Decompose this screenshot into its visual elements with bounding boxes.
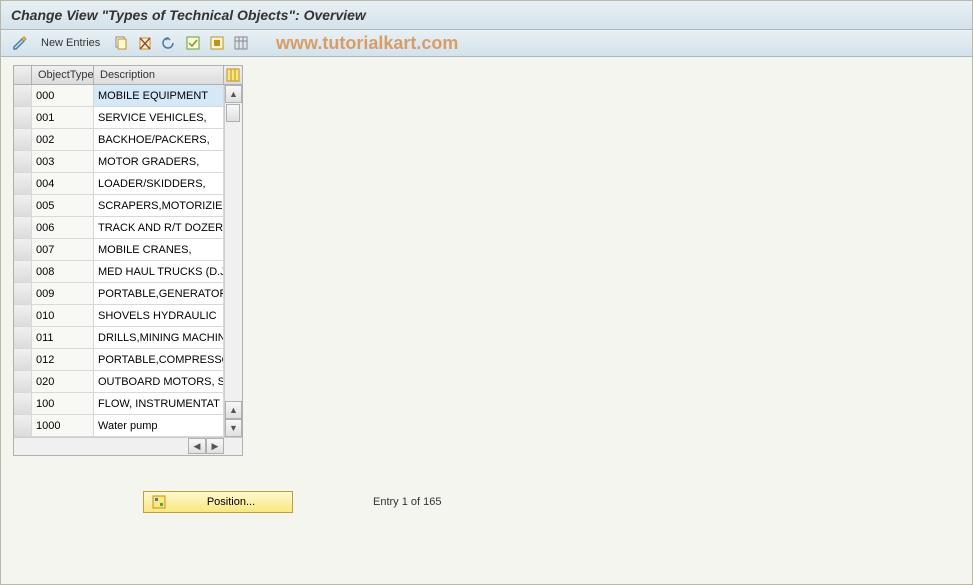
object-type-cell[interactable]: 002: [32, 129, 94, 150]
row-selector[interactable]: [14, 85, 32, 106]
object-type-column-header[interactable]: ObjectType: [32, 66, 94, 84]
table-row[interactable]: 006TRACK AND R/T DOZER: [14, 217, 224, 239]
description-cell[interactable]: TRACK AND R/T DOZER: [94, 217, 224, 238]
table-row[interactable]: 000MOBILE EQUIPMENT: [14, 85, 224, 107]
select-all-column-header[interactable]: [14, 66, 32, 84]
scroll-down-button[interactable]: ▼: [225, 419, 242, 437]
undo-icon[interactable]: [160, 34, 178, 52]
vertical-scrollbar[interactable]: ▲ ▲ ▼: [224, 85, 242, 437]
description-cell[interactable]: DRILLS,MINING MACHIN: [94, 327, 224, 348]
table-row[interactable]: 002BACKHOE/PACKERS,: [14, 129, 224, 151]
deselect-all-icon[interactable]: [208, 34, 226, 52]
table-row[interactable]: 020OUTBOARD MOTORS, S: [14, 371, 224, 393]
table-row[interactable]: 010SHOVELS HYDRAULIC: [14, 305, 224, 327]
description-cell[interactable]: PORTABLE,GENERATOR: [94, 283, 224, 304]
row-selector[interactable]: [14, 129, 32, 150]
description-cell[interactable]: SCRAPERS,MOTORIZIED: [94, 195, 224, 216]
object-type-cell[interactable]: 012: [32, 349, 94, 370]
data-grid: ObjectType Description 000MOBILE EQUIPME…: [13, 65, 243, 456]
object-type-cell[interactable]: 006: [32, 217, 94, 238]
object-type-cell[interactable]: 001: [32, 107, 94, 128]
object-type-cell[interactable]: 011: [32, 327, 94, 348]
grid-header-row: ObjectType Description: [14, 66, 242, 85]
description-cell[interactable]: MOBILE EQUIPMENT: [94, 85, 224, 106]
description-cell[interactable]: FLOW, INSTRUMENTAT: [94, 393, 224, 414]
grid-body: 000MOBILE EQUIPMENT001SERVICE VEHICLES,0…: [14, 85, 242, 437]
description-column-header[interactable]: Description: [94, 66, 224, 84]
page-title: Change View "Types of Technical Objects"…: [1, 1, 972, 30]
position-button-label: Position...: [178, 496, 284, 508]
toolbar: New Entries www.tutorialkart.com: [1, 30, 972, 57]
row-selector[interactable]: [14, 349, 32, 370]
description-cell[interactable]: SERVICE VEHICLES,: [94, 107, 224, 128]
row-selector[interactable]: [14, 239, 32, 260]
table-row[interactable]: 012PORTABLE,COMPRESSO: [14, 349, 224, 371]
select-all-icon[interactable]: [184, 34, 202, 52]
table-row[interactable]: 005SCRAPERS,MOTORIZIED: [14, 195, 224, 217]
table-row[interactable]: 007MOBILE CRANES,: [14, 239, 224, 261]
object-type-cell[interactable]: 005: [32, 195, 94, 216]
row-selector[interactable]: [14, 151, 32, 172]
object-type-cell[interactable]: 010: [32, 305, 94, 326]
table-row[interactable]: 1000Water pump: [14, 415, 224, 437]
description-cell[interactable]: SHOVELS HYDRAULIC: [94, 305, 224, 326]
scroll-thumb[interactable]: [226, 104, 240, 122]
content-area: ObjectType Description 000MOBILE EQUIPME…: [1, 57, 972, 521]
row-selector[interactable]: [14, 195, 32, 216]
description-cell[interactable]: OUTBOARD MOTORS, S: [94, 371, 224, 392]
table-row[interactable]: 001SERVICE VEHICLES,: [14, 107, 224, 129]
table-row[interactable]: 009PORTABLE,GENERATOR: [14, 283, 224, 305]
table-row[interactable]: 011DRILLS,MINING MACHIN: [14, 327, 224, 349]
object-type-cell[interactable]: 000: [32, 85, 94, 106]
footer-row: Position... Entry 1 of 165: [143, 491, 960, 513]
row-selector[interactable]: [14, 217, 32, 238]
table-settings-icon[interactable]: [232, 34, 250, 52]
object-type-cell[interactable]: 020: [32, 371, 94, 392]
entry-count-text: Entry 1 of 165: [373, 496, 442, 508]
scroll-track[interactable]: [225, 103, 242, 401]
row-selector[interactable]: [14, 261, 32, 282]
row-selector[interactable]: [14, 393, 32, 414]
row-selector[interactable]: [14, 283, 32, 304]
table-row[interactable]: 100FLOW, INSTRUMENTAT: [14, 393, 224, 415]
object-type-cell[interactable]: 003: [32, 151, 94, 172]
object-type-cell[interactable]: 1000: [32, 415, 94, 436]
description-cell[interactable]: MOTOR GRADERS,: [94, 151, 224, 172]
delete-icon[interactable]: [136, 34, 154, 52]
description-cell[interactable]: Water pump: [94, 415, 224, 436]
description-cell[interactable]: MOBILE CRANES,: [94, 239, 224, 260]
row-selector[interactable]: [14, 173, 32, 194]
description-cell[interactable]: BACKHOE/PACKERS,: [94, 129, 224, 150]
horizontal-scrollbar[interactable]: ◀ ▶: [14, 437, 242, 455]
table-row[interactable]: 004LOADER/SKIDDERS,: [14, 173, 224, 195]
object-type-cell[interactable]: 100: [32, 393, 94, 414]
object-type-cell[interactable]: 008: [32, 261, 94, 282]
scroll-left-button[interactable]: ◀: [188, 438, 206, 454]
copy-icon[interactable]: [112, 34, 130, 52]
row-selector[interactable]: [14, 327, 32, 348]
row-selector[interactable]: [14, 305, 32, 326]
position-icon: [152, 495, 166, 509]
description-cell[interactable]: LOADER/SKIDDERS,: [94, 173, 224, 194]
description-cell[interactable]: PORTABLE,COMPRESSO: [94, 349, 224, 370]
scroll-up-button[interactable]: ▲: [225, 85, 242, 103]
object-type-cell[interactable]: 004: [32, 173, 94, 194]
position-button[interactable]: Position...: [143, 491, 293, 513]
grid-config-icon[interactable]: [224, 66, 242, 84]
new-entries-button[interactable]: New Entries: [35, 35, 106, 51]
scroll-right-button[interactable]: ▶: [206, 438, 224, 454]
watermark-text: www.tutorialkart.com: [276, 33, 458, 54]
object-type-cell[interactable]: 009: [32, 283, 94, 304]
scroll-page-up-button[interactable]: ▲: [225, 401, 242, 419]
row-selector[interactable]: [14, 415, 32, 436]
table-row[interactable]: 008MED HAUL TRUCKS (D.J: [14, 261, 224, 283]
table-row[interactable]: 003MOTOR GRADERS,: [14, 151, 224, 173]
description-cell[interactable]: MED HAUL TRUCKS (D.J: [94, 261, 224, 282]
row-selector[interactable]: [14, 107, 32, 128]
object-type-cell[interactable]: 007: [32, 239, 94, 260]
toggle-edit-icon[interactable]: [11, 34, 29, 52]
row-selector[interactable]: [14, 371, 32, 392]
